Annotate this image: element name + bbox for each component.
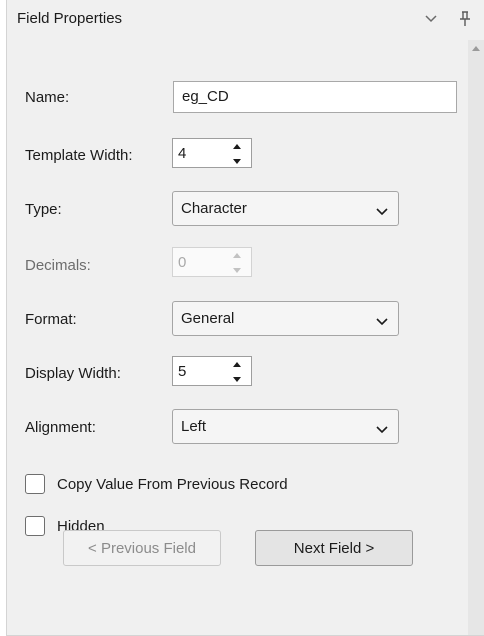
decimals-label: Decimals:	[25, 257, 91, 274]
decimals-value: 0	[178, 254, 187, 271]
display-width-label: Display Width:	[25, 365, 121, 382]
chevron-down-icon[interactable]	[421, 8, 441, 30]
chevron-down-icon	[376, 203, 388, 216]
spinner-arrows-icon[interactable]	[231, 144, 243, 164]
spinner-arrows-icon	[231, 253, 243, 273]
hidden-checkbox[interactable]	[25, 516, 45, 536]
alignment-dropdown[interactable]: Left	[172, 409, 399, 444]
copy-value-label: Copy Value From Previous Record	[57, 475, 288, 493]
vertical-scrollbar[interactable]	[468, 40, 484, 635]
template-width-value: 4	[178, 145, 187, 162]
template-width-spinner[interactable]: 4	[172, 138, 252, 168]
panel-title: Field Properties	[17, 10, 123, 27]
spinner-arrows-icon[interactable]	[231, 362, 243, 382]
alignment-label: Alignment:	[25, 419, 96, 436]
chevron-down-icon	[376, 421, 388, 434]
type-selected: Character	[181, 200, 247, 217]
alignment-selected: Left	[181, 418, 207, 435]
display-width-value: 5	[178, 363, 187, 380]
properties-form: Name: eg_CD Template Width: 4 Type: Char…	[7, 40, 469, 635]
display-width-spinner[interactable]: 5	[172, 356, 252, 386]
format-label: Format:	[25, 311, 77, 328]
chevron-down-icon	[376, 313, 388, 326]
name-label: Name:	[25, 89, 70, 106]
template-width-label: Template Width:	[25, 147, 133, 164]
copy-value-checkbox-row[interactable]: Copy Value From Previous Record	[25, 473, 288, 495]
format-selected: General	[181, 310, 235, 327]
scroll-up-arrow-icon[interactable]	[468, 40, 484, 56]
type-dropdown[interactable]: Character	[172, 191, 399, 226]
pin-icon[interactable]	[455, 8, 475, 30]
name-input[interactable]: eg_CD	[173, 81, 457, 113]
panel-titlebar: Field Properties	[7, 0, 484, 40]
copy-value-checkbox[interactable]	[25, 474, 45, 494]
format-dropdown[interactable]: General	[172, 301, 399, 336]
field-properties-panel: Field Properties Name: eg_CD Template Wi…	[6, 0, 484, 636]
decimals-spinner: 0	[172, 247, 252, 277]
type-label: Type:	[25, 201, 62, 218]
previous-field-button[interactable]: < Previous Field	[63, 530, 221, 566]
next-field-button[interactable]: Next Field >	[255, 530, 413, 566]
